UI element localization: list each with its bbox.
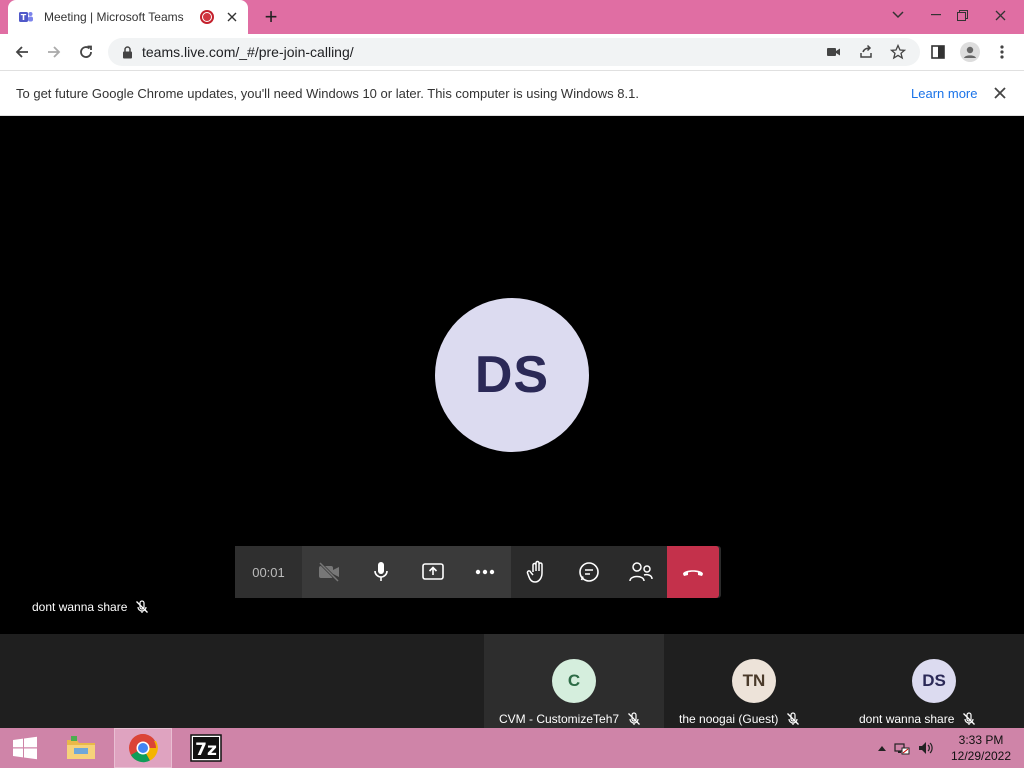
browser-toolbar: teams.live.com/_#/pre-join-calling/ — [0, 34, 1024, 70]
tab-search-chevron-down-icon[interactable] — [880, 0, 916, 30]
participant-tile[interactable]: DS dont wanna share — [844, 634, 1024, 728]
participant-name: the noogai (Guest) — [679, 712, 779, 726]
back-button[interactable] — [8, 38, 36, 66]
mic-muted-icon — [962, 712, 976, 726]
participant-strip: C CVM - CustomizeTeh7 TN the noogai (Gue… — [0, 634, 1024, 728]
taskbar-clock[interactable]: 3:33 PM 12/29/2022 — [946, 732, 1016, 764]
microphone-button[interactable] — [355, 546, 407, 598]
show-hidden-icons-icon[interactable] — [874, 745, 890, 751]
forward-button[interactable] — [40, 38, 68, 66]
chat-button[interactable] — [563, 546, 615, 598]
camera-off-button[interactable] — [303, 546, 355, 598]
recording-indicator-icon — [200, 10, 214, 24]
mic-muted-icon — [627, 712, 641, 726]
learn-more-link[interactable]: Learn more — [911, 86, 977, 101]
self-name: dont wanna share — [32, 600, 128, 614]
chrome-taskbar-icon[interactable] — [114, 728, 172, 768]
teams-icon: T — [18, 9, 34, 25]
file-explorer-icon[interactable] — [58, 728, 104, 768]
call-timer: 00:01 — [235, 546, 303, 598]
participant-avatar: C — [552, 659, 596, 703]
participant-name-label: CVM - CustomizeTeh7 — [499, 712, 641, 726]
network-icon[interactable] — [890, 740, 914, 756]
mic-muted-icon — [135, 600, 149, 614]
tab-title: Meeting | Microsoft Teams — [44, 10, 184, 24]
volume-icon[interactable] — [914, 740, 938, 756]
reload-button[interactable] — [72, 38, 100, 66]
infobar-close-icon[interactable] — [990, 83, 1010, 103]
lock-icon[interactable] — [120, 45, 134, 59]
mic-muted-icon — [786, 712, 800, 726]
windows-taskbar: 7z 3:33 PM 12/29/2022 — [0, 728, 1024, 768]
side-panel-icon[interactable] — [924, 38, 952, 66]
clock-date: 12/29/2022 — [950, 749, 1012, 763]
media-controls — [303, 546, 511, 598]
self-video-label: dont wanna share — [32, 600, 149, 614]
share-screen-button[interactable] — [407, 546, 459, 598]
camera-in-use-icon[interactable] — [820, 38, 848, 66]
browser-titlebar: T Meeting | Microsoft Teams + — [0, 0, 1024, 34]
share-icon[interactable] — [852, 38, 880, 66]
participant-tile[interactable]: C CVM - CustomizeTeh7 — [484, 634, 664, 728]
infobar-message: To get future Google Chrome updates, you… — [16, 86, 639, 101]
participant-name-label: dont wanna share — [859, 712, 976, 726]
participant-avatar: TN — [732, 659, 776, 703]
participant-tile[interactable]: TN the noogai (Guest) — [664, 634, 844, 728]
participant-name-label: the noogai (Guest) — [679, 712, 800, 726]
participant-name: CVM - CustomizeTeh7 — [499, 712, 620, 726]
participants-button[interactable] — [615, 546, 667, 598]
meeting-stage: DS 00:01 dont wanna share — [0, 116, 1024, 634]
svg-text:7z: 7z — [195, 740, 217, 760]
svg-text:T: T — [21, 13, 27, 22]
url-text: teams.live.com/_#/pre-join-calling/ — [142, 44, 354, 60]
more-options-button[interactable] — [459, 546, 511, 598]
meeting-actions — [511, 546, 667, 598]
hang-up-button[interactable] — [667, 546, 719, 598]
tab-close-icon[interactable] — [224, 9, 240, 25]
browser-tab[interactable]: T Meeting | Microsoft Teams — [8, 0, 248, 34]
clock-time: 3:33 PM — [958, 733, 1004, 747]
raise-hand-button[interactable] — [511, 546, 563, 598]
address-bar[interactable]: teams.live.com/_#/pre-join-calling/ — [108, 38, 920, 66]
profile-avatar-icon[interactable] — [956, 38, 984, 66]
participant-avatar: DS — [912, 659, 956, 703]
7zip-icon[interactable]: 7z — [180, 728, 232, 768]
new-tab-button[interactable]: + — [258, 4, 284, 30]
bookmark-star-icon[interactable] — [884, 38, 912, 66]
main-participant-avatar: DS — [435, 298, 589, 452]
windows-start-icon[interactable] — [0, 728, 50, 768]
update-infobar: To get future Google Chrome updates, you… — [0, 70, 1024, 116]
participant-name: dont wanna share — [859, 712, 955, 726]
close-window-button[interactable] — [980, 0, 1020, 30]
browser-menu-icon[interactable] — [988, 38, 1016, 66]
system-tray — [874, 728, 938, 768]
call-controls-bar: 00:01 — [235, 546, 721, 598]
restore-button[interactable] — [944, 0, 980, 30]
